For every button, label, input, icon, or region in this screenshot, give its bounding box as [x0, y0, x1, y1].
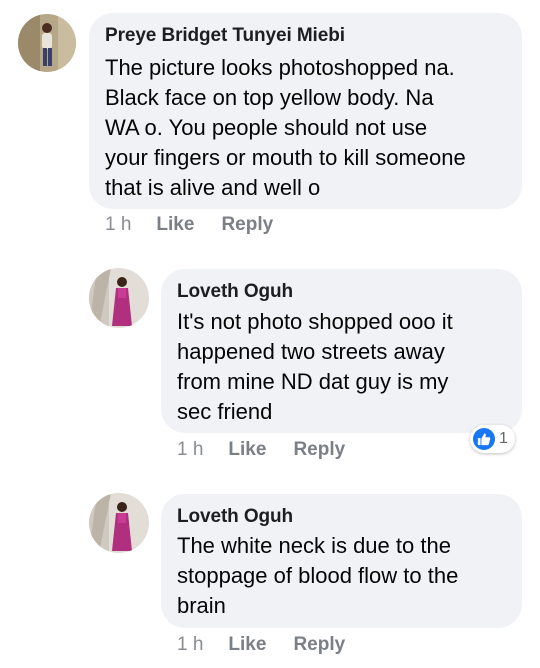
comment-author[interactable]: Loveth Oguh: [177, 281, 293, 303]
reaction-summary[interactable]: 1: [470, 425, 515, 453]
comment-text-line: that is alive and well o: [105, 175, 321, 200]
like-button[interactable]: Like: [228, 634, 266, 656]
comment-text: The white neck is due to the stoppage of…: [177, 531, 517, 621]
comment-text-line: brain: [177, 593, 226, 618]
comment-text-line: It's not photo shopped ooo it: [177, 309, 453, 334]
comment-text-line: The picture looks photoshopped na.: [105, 55, 455, 80]
comment-text-line: stoppage of blood flow to the: [177, 563, 459, 588]
like-button[interactable]: Like: [156, 214, 194, 236]
like-button[interactable]: Like: [228, 439, 266, 461]
avatar[interactable]: [18, 14, 76, 72]
comment-text: It's not photo shopped ooo it happened t…: [177, 307, 517, 427]
comment-actions: 1 h Like Reply: [177, 634, 345, 656]
comment-text-line: your fingers or mouth to kill someone: [105, 145, 466, 170]
comment-text-line: sec friend: [177, 399, 273, 424]
avatar[interactable]: [89, 493, 149, 553]
comment-author[interactable]: Loveth Oguh: [177, 506, 293, 528]
comment-timestamp[interactable]: 1 h: [105, 214, 131, 236]
reply-button[interactable]: Reply: [293, 634, 345, 656]
reaction-count: 1: [499, 430, 508, 447]
comment-text: The picture looks photoshopped na. Black…: [105, 53, 515, 203]
comment-text-line: happened two streets away: [177, 339, 445, 364]
comment-author[interactable]: Preye Bridget Tunyei Miebi: [105, 25, 345, 47]
thumbs-up-icon: [473, 428, 495, 450]
reply-button[interactable]: Reply: [221, 214, 273, 236]
comment-thread: Preye Bridget Tunyei Miebi The picture l…: [0, 0, 540, 668]
comment-text-line: WA o. You people should not use: [105, 115, 428, 140]
comment-actions: 1 h Like Reply: [177, 439, 345, 461]
comment-timestamp[interactable]: 1 h: [177, 439, 203, 461]
comment-actions: 1 h Like Reply: [105, 214, 273, 236]
avatar[interactable]: [89, 268, 149, 328]
comment-text-line: Black face on top yellow body. Na: [105, 85, 434, 110]
comment-text-line: from mine ND dat guy is my: [177, 369, 449, 394]
comment-timestamp[interactable]: 1 h: [177, 634, 203, 656]
comment-text-line: The white neck is due to the: [177, 533, 451, 558]
reply-button[interactable]: Reply: [293, 439, 345, 461]
